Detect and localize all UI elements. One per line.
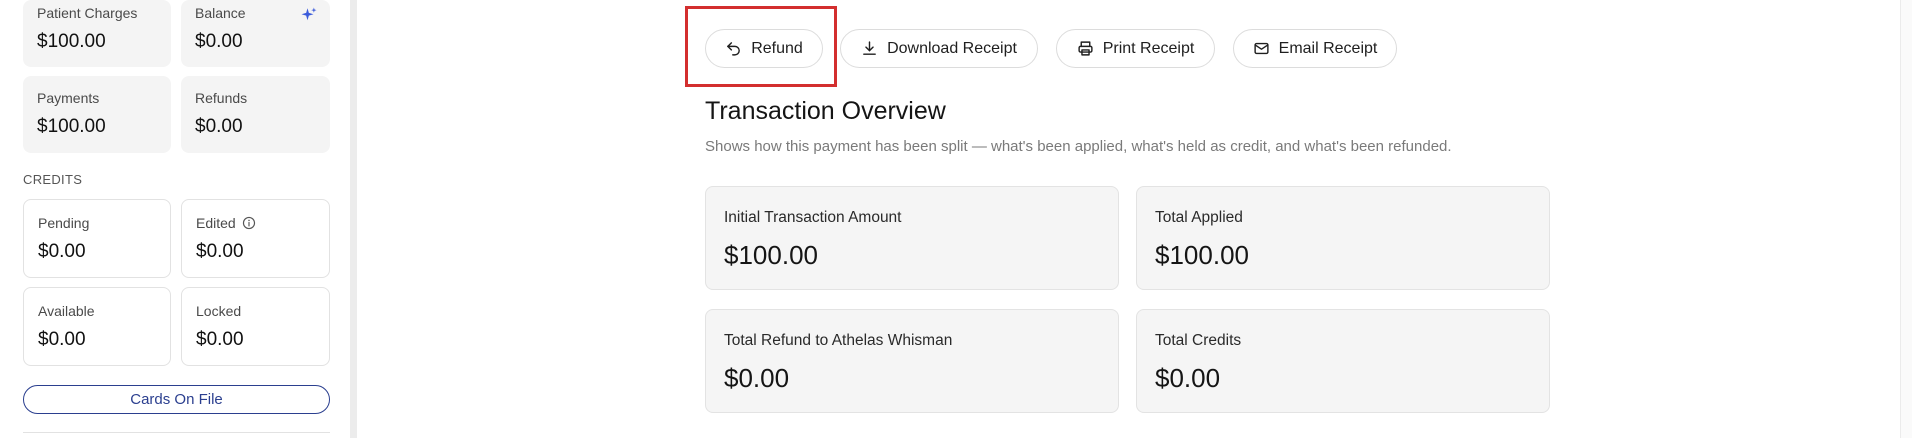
edited-label-row: Edited (196, 215, 256, 231)
mail-icon (1254, 42, 1269, 55)
page-title: Transaction Overview (705, 97, 946, 125)
sidebar-scroll-divider (350, 0, 357, 438)
total-credits-card: Total Credits $0.00 (1136, 309, 1550, 413)
initial-amount-card: Initial Transaction Amount $100.00 (705, 186, 1119, 290)
patient-charges-label: Patient Charges (37, 5, 138, 21)
payments-card: Payments $100.00 (23, 76, 171, 153)
print-receipt-button[interactable]: Print Receipt (1056, 29, 1215, 68)
payments-value: $100.00 (37, 116, 106, 137)
refund-label: Refund (751, 39, 803, 57)
total-applied-value: $100.00 (1155, 240, 1249, 270)
pending-credit-card: Pending $0.00 (23, 199, 171, 278)
sidebar: Patient Charges $100.00 Balance $0.00 Pa… (0, 0, 350, 438)
undo-icon (727, 42, 741, 56)
sidebar-divider-line (23, 432, 330, 433)
email-receipt-label: Email Receipt (1278, 39, 1378, 57)
initial-amount-label: Initial Transaction Amount (724, 209, 902, 226)
refunds-card: Refunds $0.00 (181, 76, 330, 153)
initial-amount-value: $100.00 (724, 240, 818, 270)
balance-value: $0.00 (195, 31, 243, 52)
pending-label: Pending (38, 215, 90, 231)
edited-credit-card: Edited $0.00 (181, 199, 330, 278)
edited-value: $0.00 (196, 241, 244, 262)
locked-value: $0.00 (196, 329, 244, 350)
patient-charges-card: Patient Charges $100.00 (23, 0, 171, 67)
available-credit-card: Available $0.00 (23, 287, 171, 366)
download-receipt-label: Download Receipt (887, 39, 1017, 57)
balance-label: Balance (195, 5, 246, 21)
total-credits-label: Total Credits (1155, 332, 1242, 349)
sparkle-icon[interactable] (300, 6, 318, 24)
total-refund-label: Total Refund to Athelas Whisman (724, 332, 953, 349)
available-value: $0.00 (38, 329, 86, 350)
download-receipt-button[interactable]: Download Receipt (840, 29, 1038, 68)
refunds-value: $0.00 (195, 116, 243, 137)
print-receipt-label: Print Receipt (1102, 39, 1195, 57)
payments-label: Payments (37, 90, 100, 106)
total-refund-value: $0.00 (724, 363, 790, 393)
refunds-label: Refunds (195, 90, 248, 106)
page-subtitle: Shows how this payment has been split — … (705, 138, 1452, 155)
pending-value: $0.00 (38, 241, 86, 262)
cards-on-file-button[interactable]: Cards On File (23, 385, 330, 414)
locked-credit-card: Locked $0.00 (181, 287, 330, 366)
total-credits-value: $0.00 (1155, 363, 1221, 393)
edited-label: Edited (196, 215, 236, 231)
email-receipt-button[interactable]: Email Receipt (1233, 29, 1397, 68)
available-label: Available (38, 303, 95, 319)
patient-charges-value: $100.00 (37, 31, 106, 52)
total-refund-card: Total Refund to Athelas Whisman $0.00 (705, 309, 1119, 413)
right-scrollbar[interactable] (1900, 0, 1912, 438)
download-icon (863, 41, 876, 55)
locked-label: Locked (196, 303, 242, 319)
balance-card: Balance $0.00 (181, 0, 330, 67)
printer-icon (1078, 41, 1093, 56)
total-applied-label: Total Applied (1155, 209, 1243, 226)
info-icon[interactable] (242, 216, 256, 230)
credits-heading: CREDITS (23, 172, 83, 187)
total-applied-card: Total Applied $100.00 (1136, 186, 1550, 290)
refund-button[interactable]: Refund (705, 29, 823, 68)
